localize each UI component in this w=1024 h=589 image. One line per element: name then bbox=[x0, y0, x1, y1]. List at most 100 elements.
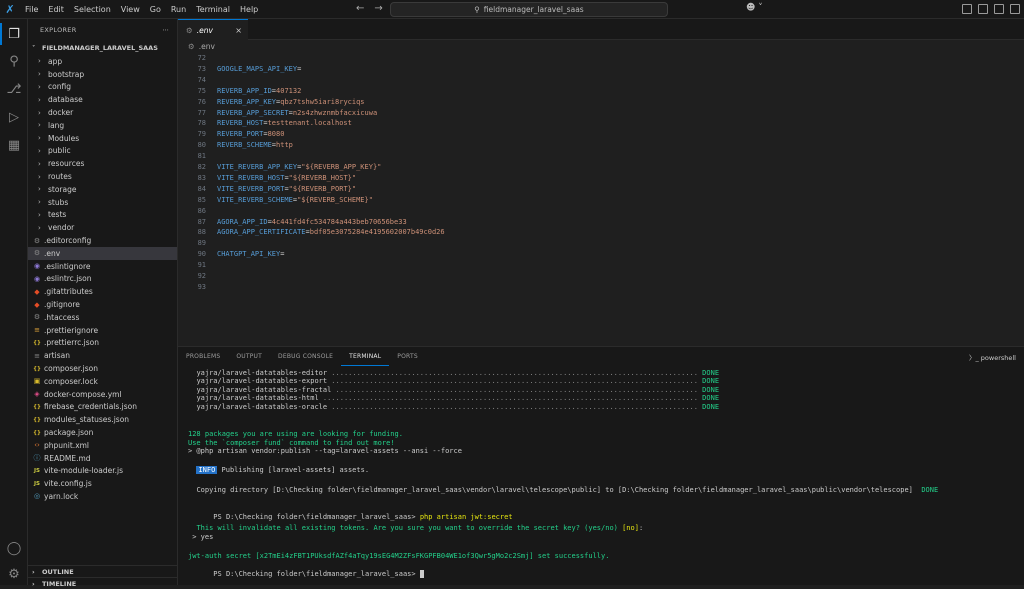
tab-ports[interactable]: PORTS bbox=[389, 347, 426, 367]
back-arrow-icon[interactable]: ← bbox=[356, 3, 364, 14]
breadcrumb: ⚙ .env bbox=[178, 40, 1024, 53]
folder-bootstrap[interactable]: › bootstrap bbox=[28, 68, 177, 81]
folder-routes[interactable]: › routes bbox=[28, 170, 177, 183]
file-item[interactable]: ‹› phpunit.xml bbox=[28, 439, 177, 452]
line-number: 85 bbox=[197, 195, 206, 204]
file-item[interactable]: ⚙ .htaccess bbox=[28, 311, 177, 324]
explorer-sidebar: EXPLORER ⋯ ˅ FIELDMANAGER_LARAVEL_SAAS ›… bbox=[28, 19, 178, 588]
menu-help[interactable]: Help bbox=[235, 5, 263, 14]
extensions-icon[interactable]: ▦ bbox=[5, 136, 23, 154]
file-item[interactable]: ▣ composer.lock bbox=[28, 375, 177, 388]
folder-vendor[interactable]: › vendor bbox=[28, 221, 177, 234]
source-control-icon[interactable]: ⎇ bbox=[5, 80, 23, 98]
folder-resources[interactable]: › resources bbox=[28, 157, 177, 170]
forward-arrow-icon[interactable]: → bbox=[374, 3, 382, 14]
search-text: fieldmanager_laravel_saas bbox=[483, 5, 584, 14]
file-item[interactable]: {} .prettierrc.json bbox=[28, 337, 177, 350]
chevron-right-icon: › bbox=[38, 121, 41, 130]
close-icon[interactable]: × bbox=[235, 26, 242, 35]
folder-label: docker bbox=[48, 108, 74, 118]
breadcrumb-file[interactable]: .env bbox=[199, 42, 215, 51]
file-label: composer.json bbox=[44, 364, 99, 374]
folder-config[interactable]: › config bbox=[28, 81, 177, 94]
copilot-icon[interactable]: ☻ ˅ bbox=[746, 3, 763, 13]
menu-selection[interactable]: Selection bbox=[69, 5, 116, 14]
terminal-line: > @php artisan vendor:publish --tag=lara… bbox=[188, 447, 462, 455]
menu-go[interactable]: Go bbox=[145, 5, 166, 14]
file-item[interactable]: ⚙ .editorconfig bbox=[28, 234, 177, 247]
menu-run[interactable]: Run bbox=[166, 5, 191, 14]
folder-label: database bbox=[48, 95, 83, 105]
search-icon[interactable]: ⚲ bbox=[5, 52, 23, 70]
file-item[interactable]: JS vite-module-loader.js bbox=[28, 465, 177, 478]
file-item[interactable]: ≡ .prettierignore bbox=[28, 324, 177, 337]
folder-docker[interactable]: › docker bbox=[28, 106, 177, 119]
folder-modules[interactable]: › Modules bbox=[28, 132, 177, 145]
command-center-search[interactable]: ⚲ fieldmanager_laravel_saas bbox=[390, 2, 668, 17]
file-item[interactable]: ⚙ .env bbox=[28, 246, 177, 260]
gear-icon: ⚙ bbox=[33, 313, 41, 322]
folder-public[interactable]: › public bbox=[28, 145, 177, 158]
docker-icon: ◈ bbox=[34, 390, 40, 399]
line-number: 74 bbox=[197, 75, 206, 84]
tab-terminal[interactable]: TERMINAL bbox=[341, 347, 390, 366]
title-bar: ✗ File Edit Selection View Go Run Termin… bbox=[0, 0, 1024, 19]
outline-section[interactable]: › OUTLINE bbox=[28, 565, 178, 577]
file-item[interactable]: ◆ .gitignore bbox=[28, 298, 177, 311]
workspace-root[interactable]: ˅ FIELDMANAGER_LARAVEL_SAAS bbox=[28, 41, 177, 55]
file-item[interactable]: ≡ artisan bbox=[28, 349, 177, 362]
settings-gear-icon[interactable]: ⚙ bbox=[5, 565, 23, 583]
code-line: VITE_REVERB_PORT="${REVERB_PORT}" bbox=[217, 184, 357, 193]
terminal-line: This will invalidate all existing tokens… bbox=[196, 524, 644, 532]
folder-tests[interactable]: › tests bbox=[28, 209, 177, 222]
chevron-right-icon: › bbox=[38, 70, 41, 79]
file-item[interactable]: {} firebase_credentials.json bbox=[28, 401, 177, 414]
gear-icon: ⚙ bbox=[188, 42, 195, 51]
folder-lang[interactable]: › lang bbox=[28, 119, 177, 132]
package-line: yajra/laravel-datatables-html ..........… bbox=[196, 394, 720, 403]
tab-problems[interactable]: PROBLEMS bbox=[178, 347, 228, 367]
folder-app[interactable]: › app bbox=[28, 55, 177, 68]
file-item[interactable]: {} composer.json bbox=[28, 362, 177, 375]
more-actions-icon[interactable]: ⋯ bbox=[162, 26, 169, 34]
file-item[interactable]: JS vite.config.js bbox=[28, 477, 177, 490]
menu-file[interactable]: File bbox=[20, 5, 43, 14]
toggle-panel-icon[interactable] bbox=[978, 4, 988, 14]
file-label: .htaccess bbox=[44, 312, 80, 322]
file-item[interactable]: ◆ .gitattributes bbox=[28, 285, 177, 298]
menu-view[interactable]: View bbox=[116, 5, 145, 14]
chevron-right-icon: › bbox=[38, 146, 41, 155]
run-debug-icon[interactable]: ▷ bbox=[5, 108, 23, 126]
timeline-section[interactable]: › TIMELINE bbox=[28, 577, 178, 589]
toggle-secondary-sidebar-icon[interactable] bbox=[994, 4, 1004, 14]
customize-layout-icon[interactable] bbox=[1010, 4, 1020, 14]
file-item[interactable]: ◉ .eslintignore bbox=[28, 260, 177, 273]
terminal-line: INFO Publishing [laravel-assets] assets. bbox=[196, 466, 370, 474]
line-number: 79 bbox=[197, 130, 206, 139]
file-item[interactable]: ◎ yarn.lock bbox=[28, 490, 177, 503]
file-item[interactable]: ◈ docker-compose.yml bbox=[28, 388, 177, 401]
tab-debug-console[interactable]: DEBUG CONSOLE bbox=[270, 347, 341, 367]
terminal-output[interactable]: PS D:\Checking folder\fieldmanager_larav… bbox=[188, 369, 1018, 584]
file-item[interactable]: {} modules_statuses.json bbox=[28, 413, 177, 426]
file-item[interactable]: {} package.json bbox=[28, 426, 177, 439]
gear-icon: ⚙ bbox=[33, 249, 41, 258]
code-editor[interactable]: 72 73 GOOGLE_MAPS_API_KEY= 74 75 REVERB_APP_I… bbox=[178, 53, 1024, 345]
file-item[interactable]: ⓘ README.md bbox=[28, 452, 177, 465]
explorer-icon[interactable]: ❐ bbox=[5, 25, 23, 43]
file-item[interactable]: ◉ .eslintrc.json bbox=[28, 273, 177, 286]
terminal-shell-selector[interactable]: 〉_ powershell bbox=[969, 352, 1016, 362]
folder-label: tests bbox=[48, 210, 67, 220]
folder-stubs[interactable]: › stubs bbox=[28, 196, 177, 209]
menu-terminal[interactable]: Terminal bbox=[191, 5, 235, 14]
menu-edit[interactable]: Edit bbox=[43, 5, 69, 14]
code-line: GOOGLE_MAPS_API_KEY= bbox=[217, 64, 302, 73]
account-icon[interactable]: ◯ bbox=[5, 539, 23, 557]
folder-database[interactable]: › database bbox=[28, 93, 177, 106]
gear-icon: ⚙ bbox=[186, 25, 193, 35]
package-line: yajra/laravel-datatables-fractal .......… bbox=[196, 385, 720, 394]
folder-storage[interactable]: › storage bbox=[28, 183, 177, 196]
tab-env[interactable]: ⚙ .env × bbox=[178, 19, 248, 40]
tab-output[interactable]: OUTPUT bbox=[228, 347, 270, 367]
toggle-sidebar-icon[interactable] bbox=[962, 4, 972, 14]
